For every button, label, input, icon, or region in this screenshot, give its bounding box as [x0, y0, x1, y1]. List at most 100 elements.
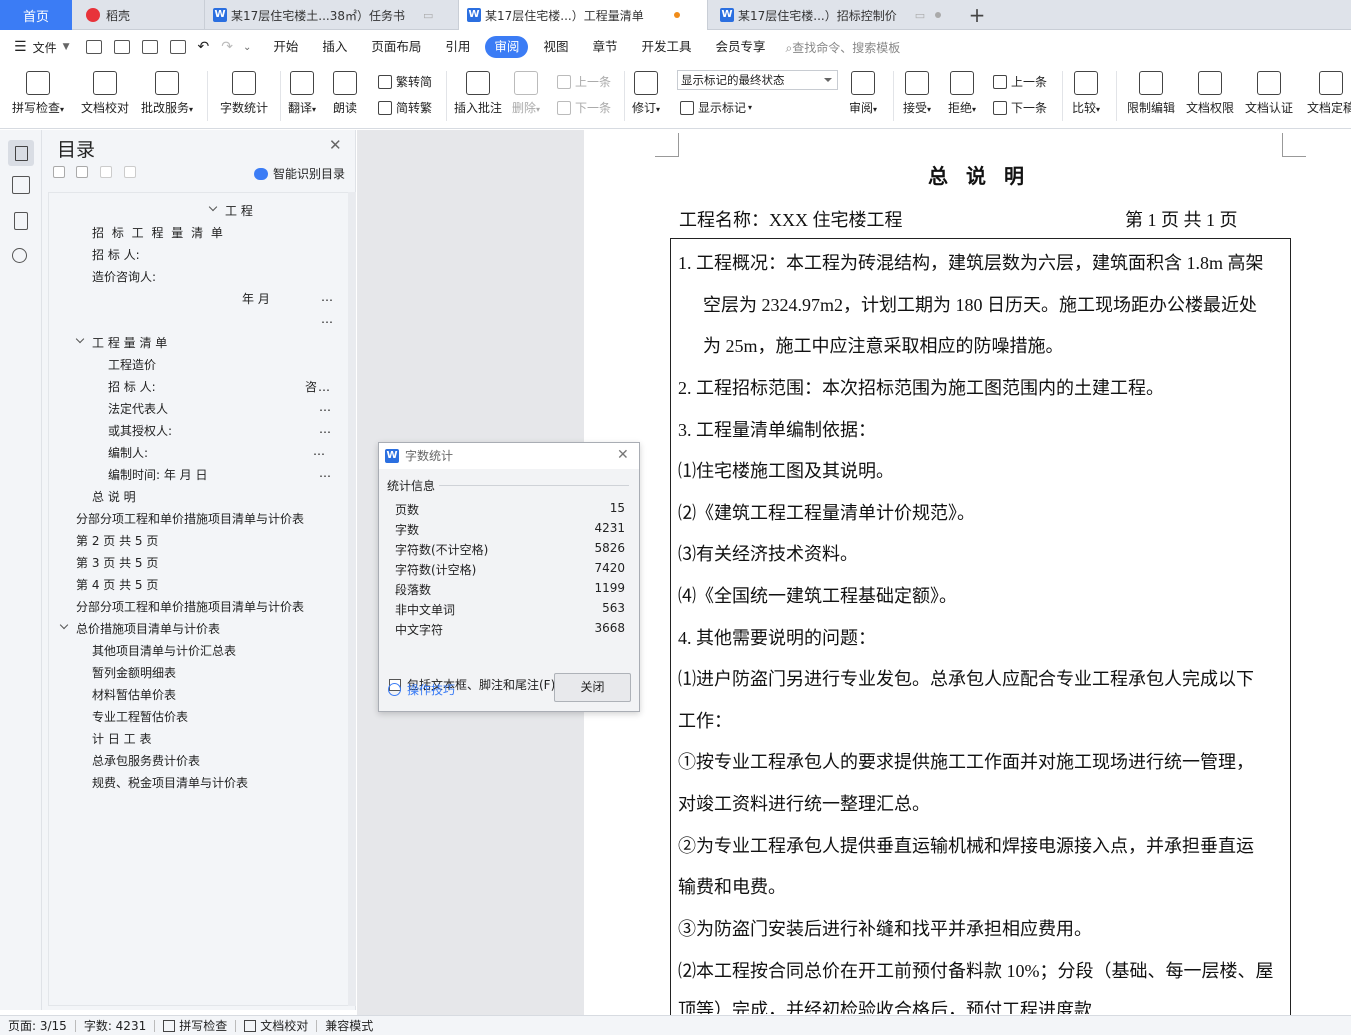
toc-item[interactable]: 招 标 工 程 量 清 单: [92, 224, 225, 241]
insert-comment-button[interactable]: 插入批注: [454, 71, 502, 116]
status-proof[interactable]: 文档校对: [236, 1017, 316, 1034]
toc-item[interactable]: …: [319, 400, 332, 414]
toc-item[interactable]: 工 程: [225, 202, 253, 219]
toc-item[interactable]: 分部分项工程和单价措施项目清单与计价表: [76, 598, 304, 615]
toc-item[interactable]: 其他项目清单与计价汇总表: [92, 642, 236, 659]
simp-to-trad-button[interactable]: 简转繁: [378, 99, 432, 116]
redo-icon[interactable]: ↷: [221, 39, 233, 55]
toc-item[interactable]: 编制时间: 年 月 日: [108, 466, 208, 483]
toc-item[interactable]: 材料暂估单价表: [92, 686, 176, 703]
menu-review[interactable]: 审阅: [485, 36, 529, 58]
review-pane-button[interactable]: 审阅▾: [849, 71, 877, 116]
tab-home[interactable]: 首页: [0, 0, 72, 30]
tab-docer[interactable]: 稻壳: [76, 0, 196, 30]
document-certify-button[interactable]: 文档认证: [1245, 71, 1293, 116]
dialog-titlebar[interactable]: W 字数统计: [379, 443, 639, 468]
toc-item[interactable]: 或其授权人:: [108, 422, 172, 439]
toc-item[interactable]: …: [319, 422, 332, 436]
undo-icon[interactable]: ↶: [198, 39, 210, 55]
toc-item[interactable]: 招 标 人:: [92, 246, 140, 263]
trad-to-simp-button[interactable]: 繁转简: [378, 73, 432, 90]
prev-change-button[interactable]: 上一条: [993, 73, 1047, 90]
status-spell-check[interactable]: 拼写检查: [155, 1017, 235, 1034]
toc-item[interactable]: …: [313, 444, 326, 458]
accept-button[interactable]: 接受▾: [903, 71, 931, 116]
markup-display-select[interactable]: 显示标记的最终状态: [677, 70, 838, 90]
toc-item[interactable]: 计 日 工 表: [92, 730, 151, 747]
menu-developer[interactable]: 开发工具: [629, 36, 703, 58]
menu-insert[interactable]: 插入: [310, 36, 359, 58]
toc-item[interactable]: …: [321, 312, 334, 326]
toc-item[interactable]: …: [321, 290, 334, 304]
toc-item[interactable]: 总 说 明: [92, 488, 136, 505]
read-aloud-button[interactable]: 朗读: [333, 71, 357, 116]
toc-item[interactable]: 第 2 页 共 5 页: [76, 532, 158, 549]
add-heading-icon[interactable]: [100, 166, 112, 178]
command-search[interactable]: ⌕查找命令、搜索模板: [786, 39, 901, 56]
close-button[interactable]: 关闭: [554, 673, 631, 702]
tab-document-3[interactable]: W 某17层住宅楼...）招标控制价 ▭: [712, 0, 962, 30]
menu-start[interactable]: 开始: [261, 36, 310, 58]
toc-item[interactable]: 招 标 人:: [108, 378, 156, 395]
toc-nav-icon[interactable]: [8, 140, 34, 166]
prev-comment-button[interactable]: 上一条: [557, 73, 611, 90]
toc-item[interactable]: 咨…: [305, 378, 331, 395]
bookmark-icon[interactable]: [14, 212, 28, 230]
toc-item[interactable]: 法定代表人: [108, 400, 168, 417]
toc-item[interactable]: 总价措施项目清单与计价表: [76, 620, 220, 637]
menu-references[interactable]: 引用: [433, 36, 482, 58]
toc-scrollbar[interactable]: [348, 192, 356, 1006]
tab-document-2[interactable]: W 某17层住宅楼...）工程量清单: [458, 0, 708, 30]
chapter-nav-icon[interactable]: [12, 176, 30, 194]
file-menu[interactable]: ☰ 文件 ▼: [14, 39, 80, 56]
close-icon[interactable]: ✕: [329, 136, 342, 154]
print-preview-icon[interactable]: [169, 40, 186, 54]
translate-button[interactable]: 翻译▾: [288, 71, 316, 116]
toc-item[interactable]: 工程造价: [108, 356, 156, 373]
toc-item[interactable]: 工 程 量 清 单: [92, 334, 167, 351]
toc-item[interactable]: 年 月: [242, 290, 270, 307]
menu-page-layout[interactable]: 页面布局: [359, 36, 433, 58]
toc-item[interactable]: 分部分项工程和单价措施项目清单与计价表: [76, 510, 304, 527]
toc-item[interactable]: 第 4 页 共 5 页: [76, 576, 158, 593]
toc-item[interactable]: 暂列金额明细表: [92, 664, 176, 681]
expand-all-icon[interactable]: [76, 166, 88, 178]
toc-item[interactable]: …: [319, 466, 332, 480]
smart-toc-button[interactable]: 智能识别目录: [254, 165, 345, 182]
menu-section[interactable]: 章节: [580, 36, 629, 58]
collapse-all-icon[interactable]: [53, 166, 65, 178]
delete-comment-button[interactable]: 删除▾: [512, 71, 540, 116]
document-finalize-button[interactable]: 文档定稿: [1307, 71, 1351, 116]
batch-service-button[interactable]: 批改服务▾: [141, 71, 193, 116]
toc-item[interactable]: 总承包服务费计价表: [92, 752, 200, 769]
next-change-button[interactable]: 下一条: [993, 99, 1047, 116]
toc-item[interactable]: 规费、税金项目清单与计价表: [92, 774, 248, 791]
spell-check-button[interactable]: 拼写检查▾: [12, 71, 64, 116]
customize-chevron-icon[interactable]: ⌄: [243, 42, 251, 53]
search-icon[interactable]: [12, 248, 27, 263]
export-pdf-icon[interactable]: [113, 40, 130, 54]
save-icon[interactable]: [85, 40, 102, 54]
tab-document-1[interactable]: W 某17层住宅楼土...38㎡）任务书 ▭: [204, 0, 456, 30]
toc-item[interactable]: 专业工程暂估价表: [92, 708, 188, 725]
toc-item[interactable]: 第 3 页 共 5 页: [76, 554, 158, 571]
word-count-button[interactable]: 字数统计: [220, 71, 268, 116]
remove-heading-icon[interactable]: [124, 166, 136, 178]
menu-member[interactable]: 会员专享: [703, 36, 777, 58]
tips-link[interactable]: 操作技巧: [388, 681, 455, 698]
toc-item[interactable]: 编制人:: [108, 444, 148, 461]
document-permission-button[interactable]: 文档权限: [1186, 71, 1234, 116]
document-proof-button[interactable]: 文档校对: [81, 71, 129, 116]
toc-item[interactable]: 造价咨询人:: [92, 268, 156, 285]
dialog-close-icon[interactable]: ✕: [617, 447, 629, 463]
word-count-indicator[interactable]: 字数: 4231: [76, 1017, 154, 1034]
next-comment-button[interactable]: 下一条: [557, 99, 611, 116]
menu-view[interactable]: 视图: [531, 36, 580, 58]
reject-button[interactable]: 拒绝▾: [948, 71, 976, 116]
new-tab-button[interactable]: +: [962, 0, 992, 30]
compare-button[interactable]: 比较▾: [1072, 71, 1100, 116]
print-icon[interactable]: [141, 40, 158, 54]
track-changes-button[interactable]: 修订▾: [632, 71, 660, 116]
restrict-editing-button[interactable]: 限制编辑: [1127, 71, 1175, 116]
show-markup-button[interactable]: 显示标记 ▾: [680, 99, 752, 116]
